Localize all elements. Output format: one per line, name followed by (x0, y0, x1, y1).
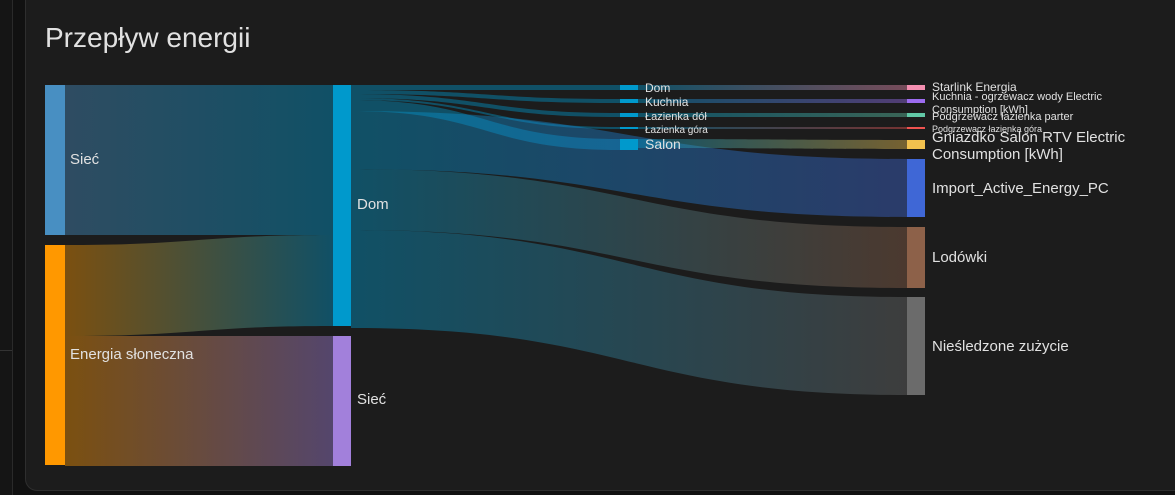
sankey-node-area-lazienka-dol[interactable] (620, 113, 638, 117)
sankey-label-line: Gniazdko Salon RTV Electric (932, 129, 1126, 146)
sankey-node-dev-starlink[interactable] (907, 85, 925, 90)
sankey-label-src-grid: Sieć (70, 151, 100, 168)
sankey-label-area-salon: Salon (645, 136, 681, 152)
sankey-label-area-dom: Dom (645, 81, 670, 95)
sankey-node-dev-untracked[interactable] (907, 297, 925, 395)
sankey-chart: SiećEnergia słonecznaDomSiećDomKuchniaŁa… (45, 80, 1126, 466)
sankey-link-area_dom-to-dev_starlink (638, 85, 907, 90)
sankey-node-dev-lodowki[interactable] (907, 227, 925, 288)
sankey-label-area-kuchnia: Kuchnia (645, 95, 689, 109)
sankey-label-area-lazienka-gora: Łazienka góra (645, 125, 708, 136)
sankey-label-to-grid: Sieć (357, 391, 387, 408)
sankey-label-dev-untracked: Nieśledzone zużycie (932, 338, 1069, 355)
sankey-label-src-solar: Energia słoneczna (70, 346, 194, 363)
sankey-node-to-grid[interactable] (333, 336, 351, 466)
sankey-node-dev-podgrzewacz-parter[interactable] (907, 113, 925, 117)
sankey-node-dev-kuchnia[interactable] (907, 99, 925, 103)
sankey-link-src_grid-to-home (65, 85, 333, 235)
sankey-label-dev-pc: Import_Active_Energy_PC (932, 180, 1109, 197)
sankey-node-area-kuchnia[interactable] (620, 99, 638, 103)
app-root: Przepływ energii Sieć Energia słoneczna Do… (0, 0, 1175, 495)
sankey-label-line: Consumption [kWh] (932, 146, 1063, 163)
sankey-label-dev-lodowki: Lodówki (932, 249, 987, 266)
sankey-node-area-lazienka-gora[interactable] (620, 127, 638, 129)
sankey-node-src-grid[interactable] (45, 85, 65, 235)
sankey-node-area-salon[interactable] (620, 139, 638, 150)
sankey-label-line: Kuchnia - ogrzewacz wody Electric (932, 91, 1102, 103)
sankey-node-home[interactable] (333, 85, 351, 326)
sankey-node-dev-podgrzewacz-gora[interactable] (907, 127, 925, 129)
sankey-link-src_solar-to-home (65, 235, 333, 336)
sankey-label-dev-gniazdko: Gniazdko Salon RTV Electric Consumption [… (932, 129, 1126, 163)
sankey-links (65, 85, 907, 466)
sankey-node-dev-pc[interactable] (907, 159, 925, 217)
sankey-link-home-to-area_dom (351, 85, 620, 90)
sankey-label-home: Dom (357, 196, 389, 213)
sankey-node-dev-gniazdko[interactable] (907, 140, 925, 149)
sankey-label-dev-podgrzewacz-parter: Podgrzewacz łazienka parter (932, 111, 1074, 123)
sankey-node-src-solar[interactable] (45, 245, 65, 465)
sankey-label-area-lazienka-dol: Łazienka dół (645, 111, 707, 123)
sankey-node-area-dom[interactable] (620, 85, 638, 90)
